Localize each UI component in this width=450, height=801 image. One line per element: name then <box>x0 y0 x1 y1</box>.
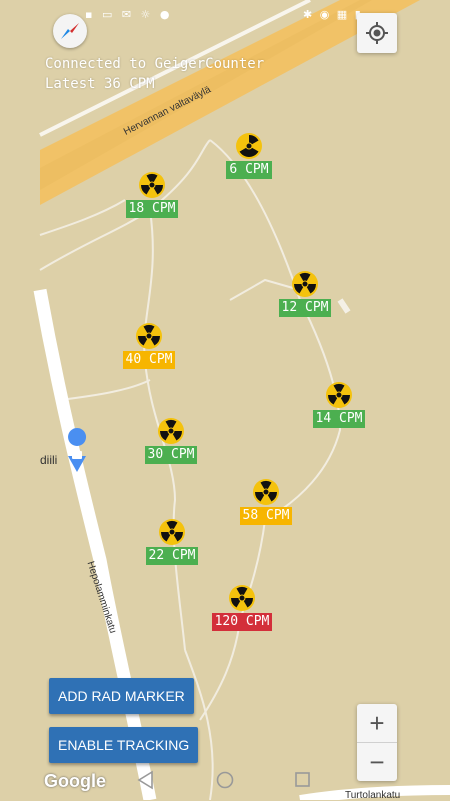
rad-marker-label: 22 CPM <box>145 547 199 565</box>
rad-marker-label: 14 CPM <box>312 410 366 428</box>
rad-marker-label: 40 CPM <box>122 351 176 369</box>
place-label-diili: diili <box>40 453 58 467</box>
rad-marker-label: 12 CPM <box>278 299 332 317</box>
rad-marker[interactable]: 40 CPM <box>104 322 194 369</box>
rad-marker-label: 120 CPM <box>211 613 273 631</box>
rad-marker[interactable]: 120 CPM <box>197 584 287 631</box>
latest-reading: Latest 36 CPM <box>45 76 155 92</box>
recents-nav-icon[interactable] <box>295 772 310 787</box>
home-nav-icon[interactable] <box>216 771 234 789</box>
radiation-icon <box>136 323 162 349</box>
zoom-in-button[interactable]: + <box>357 704 397 742</box>
radiation-icon <box>158 418 184 444</box>
rad-marker-label: 30 CPM <box>144 446 198 464</box>
rad-marker[interactable]: 30 CPM <box>126 417 216 464</box>
notification-icons: ▪ ▭ ✉ ☼ ● <box>85 8 173 21</box>
radiation-icon <box>236 133 262 159</box>
radiation-icon <box>292 271 318 297</box>
rad-marker[interactable]: 58 CPM <box>221 478 311 525</box>
rad-marker[interactable]: 14 CPM <box>294 381 384 428</box>
back-nav-icon[interactable] <box>137 770 153 790</box>
connection-status: Connected to GeigerCounter <box>45 56 265 72</box>
rad-marker-label: 6 CPM <box>226 161 272 179</box>
add-rad-marker-button[interactable]: ADD RAD MARKER <box>49 678 194 714</box>
my-location-icon <box>366 22 388 44</box>
rad-marker[interactable]: 22 CPM <box>127 518 217 565</box>
rad-marker-label: 58 CPM <box>239 507 293 525</box>
enable-tracking-button[interactable]: ENABLE TRACKING <box>49 727 199 763</box>
rad-marker[interactable]: 12 CPM <box>260 270 350 317</box>
connection-info: Connected to GeigerCounter Latest 36 CPM <box>45 54 264 94</box>
radiation-icon <box>159 519 185 545</box>
rad-marker-label: 18 CPM <box>125 200 179 218</box>
radiation-icon <box>253 479 279 505</box>
compass-icon[interactable] <box>53 14 87 48</box>
radiation-icon <box>326 382 352 408</box>
my-location-button[interactable] <box>357 13 397 53</box>
radiation-icon <box>229 585 255 611</box>
google-attribution[interactable]: Google <box>44 771 106 792</box>
system-status-icons: ✱ ◉ ▦ ▮ <box>303 8 363 21</box>
rad-marker[interactable]: 18 CPM <box>107 171 197 218</box>
radiation-icon <box>139 172 165 198</box>
rad-marker[interactable]: 6 CPM <box>204 132 294 179</box>
